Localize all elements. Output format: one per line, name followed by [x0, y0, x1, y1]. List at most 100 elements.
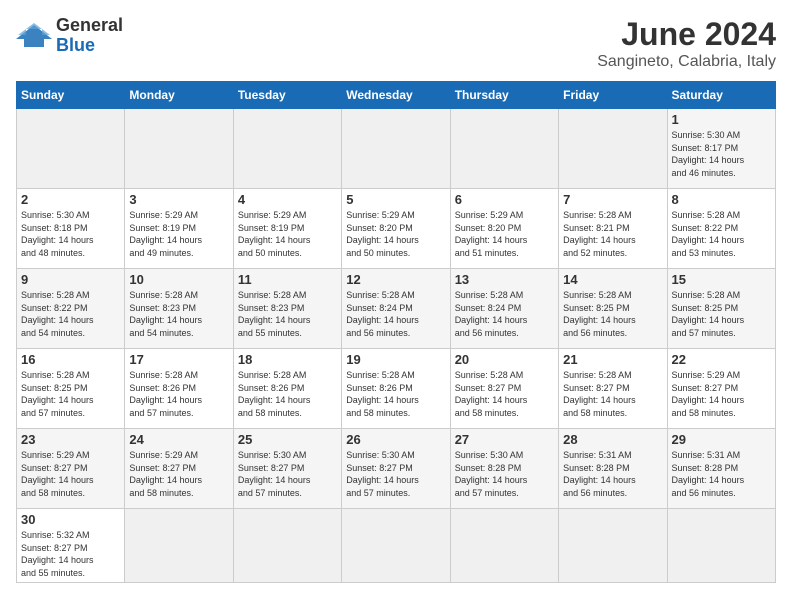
weekday-header-thursday: Thursday [450, 82, 558, 109]
day-number: 6 [455, 192, 554, 207]
day-info: Sunrise: 5:28 AM Sunset: 8:25 PM Dayligh… [563, 289, 662, 339]
day-info: Sunrise: 5:28 AM Sunset: 8:22 PM Dayligh… [672, 209, 771, 259]
calendar-title: June 2024 [597, 16, 776, 53]
calendar-cell [450, 509, 558, 583]
calendar-cell: 11 Sunrise: 5:28 AM Sunset: 8:23 PM Dayli… [233, 269, 341, 349]
day-number: 28 [563, 432, 662, 447]
calendar-cell: 27 Sunrise: 5:30 AM Sunset: 8:28 PM Dayli… [450, 429, 558, 509]
day-info: Sunrise: 5:28 AM Sunset: 8:24 PM Dayligh… [455, 289, 554, 339]
calendar-cell: 25Sunrise: 5:30 AM Sunset: 8:27 PM Dayli… [233, 429, 341, 509]
calendar-cell: 1Sunrise: 5:30 AM Sunset: 8:17 PM Daylig… [667, 109, 775, 189]
logo-icon [16, 21, 52, 51]
calendar-cell [667, 509, 775, 583]
day-info: Sunrise: 5:29 AM Sunset: 8:20 PM Dayligh… [346, 209, 445, 259]
calendar-cell: 20 Sunrise: 5:28 AM Sunset: 8:27 PM Dayli… [450, 349, 558, 429]
calendar-cell: 17 Sunrise: 5:28 AM Sunset: 8:26 PM Dayli… [125, 349, 233, 429]
logo-text: GeneralBlue [56, 16, 123, 56]
day-info: Sunrise: 5:30 AM Sunset: 8:27 PM Dayligh… [238, 449, 337, 499]
calendar-cell [125, 109, 233, 189]
header: GeneralBlue June 2024 Sangineto, Calabri… [16, 16, 776, 71]
calendar-cell: 7 Sunrise: 5:28 AM Sunset: 8:21 PM Daylig… [559, 189, 667, 269]
day-info: Sunrise: 5:30 AM Sunset: 8:28 PM Dayligh… [455, 449, 554, 499]
day-info: Sunrise: 5:28 AM Sunset: 8:26 PM Dayligh… [346, 369, 445, 419]
calendar-week-2: 2 Sunrise: 5:30 AM Sunset: 8:18 PM Daylig… [17, 189, 776, 269]
day-info: Sunrise: 5:29 AM Sunset: 8:19 PM Dayligh… [129, 209, 228, 259]
day-number: 7 [563, 192, 662, 207]
day-number: 9 [21, 272, 120, 287]
calendar-cell: 12 Sunrise: 5:28 AM Sunset: 8:24 PM Dayli… [342, 269, 450, 349]
day-number: 15 [672, 272, 771, 287]
calendar-cell: 28Sunrise: 5:31 AM Sunset: 8:28 PM Dayli… [559, 429, 667, 509]
calendar-cell [559, 509, 667, 583]
day-info: Sunrise: 5:28 AM Sunset: 8:23 PM Dayligh… [129, 289, 228, 339]
day-number: 26 [346, 432, 445, 447]
day-number: 21 [563, 352, 662, 367]
day-info: Sunrise: 5:30 AM Sunset: 8:27 PM Dayligh… [346, 449, 445, 499]
calendar-cell: 9 Sunrise: 5:28 AM Sunset: 8:22 PM Daylig… [17, 269, 125, 349]
calendar-cell: 21 Sunrise: 5:28 AM Sunset: 8:27 PM Dayli… [559, 349, 667, 429]
weekday-header-tuesday: Tuesday [233, 82, 341, 109]
day-info: Sunrise: 5:30 AM Sunset: 8:18 PM Dayligh… [21, 209, 120, 259]
calendar-week-3: 9 Sunrise: 5:28 AM Sunset: 8:22 PM Daylig… [17, 269, 776, 349]
day-info: Sunrise: 5:28 AM Sunset: 8:27 PM Dayligh… [563, 369, 662, 419]
calendar-cell: 24 Sunrise: 5:29 AM Sunset: 8:27 PM Dayli… [125, 429, 233, 509]
day-info: Sunrise: 5:28 AM Sunset: 8:24 PM Dayligh… [346, 289, 445, 339]
day-number: 10 [129, 272, 228, 287]
calendar-cell: 18 Sunrise: 5:28 AM Sunset: 8:26 PM Dayli… [233, 349, 341, 429]
day-number: 1 [672, 112, 771, 127]
day-info: Sunrise: 5:28 AM Sunset: 8:21 PM Dayligh… [563, 209, 662, 259]
day-info: Sunrise: 5:29 AM Sunset: 8:27 PM Dayligh… [129, 449, 228, 499]
calendar-subtitle: Sangineto, Calabria, Italy [597, 53, 776, 71]
day-info: Sunrise: 5:28 AM Sunset: 8:25 PM Dayligh… [672, 289, 771, 339]
day-number: 27 [455, 432, 554, 447]
weekday-header-friday: Friday [559, 82, 667, 109]
calendar-week-4: 16 Sunrise: 5:28 AM Sunset: 8:25 PM Dayli… [17, 349, 776, 429]
calendar-cell: 5 Sunrise: 5:29 AM Sunset: 8:20 PM Daylig… [342, 189, 450, 269]
calendar-cell [342, 509, 450, 583]
day-number: 11 [238, 272, 337, 287]
day-number: 19 [346, 352, 445, 367]
weekday-header-saturday: Saturday [667, 82, 775, 109]
calendar-cell: 29 Sunrise: 5:31 AM Sunset: 8:28 PM Dayli… [667, 429, 775, 509]
day-info: Sunrise: 5:28 AM Sunset: 8:22 PM Dayligh… [21, 289, 120, 339]
logo: GeneralBlue [16, 16, 123, 56]
day-info: Sunrise: 5:28 AM Sunset: 8:23 PM Dayligh… [238, 289, 337, 339]
calendar-cell [17, 109, 125, 189]
calendar-cell: 14 Sunrise: 5:28 AM Sunset: 8:25 PM Dayli… [559, 269, 667, 349]
calendar-cell: 4Sunrise: 5:29 AM Sunset: 8:19 PM Daylig… [233, 189, 341, 269]
day-number: 29 [672, 432, 771, 447]
day-info: Sunrise: 5:31 AM Sunset: 8:28 PM Dayligh… [672, 449, 771, 499]
day-number: 2 [21, 192, 120, 207]
calendar-cell: 22 Sunrise: 5:29 AM Sunset: 8:27 PM Dayli… [667, 349, 775, 429]
day-number: 24 [129, 432, 228, 447]
day-number: 5 [346, 192, 445, 207]
day-info: Sunrise: 5:29 AM Sunset: 8:27 PM Dayligh… [672, 369, 771, 419]
day-info: Sunrise: 5:28 AM Sunset: 8:26 PM Dayligh… [129, 369, 228, 419]
calendar-cell [125, 509, 233, 583]
day-info: Sunrise: 5:28 AM Sunset: 8:26 PM Dayligh… [238, 369, 337, 419]
day-number: 20 [455, 352, 554, 367]
day-number: 17 [129, 352, 228, 367]
day-info: Sunrise: 5:28 AM Sunset: 8:27 PM Dayligh… [455, 369, 554, 419]
day-info: Sunrise: 5:29 AM Sunset: 8:19 PM Dayligh… [238, 209, 337, 259]
weekday-header-sunday: Sunday [17, 82, 125, 109]
calendar-cell: 26 Sunrise: 5:30 AM Sunset: 8:27 PM Dayli… [342, 429, 450, 509]
day-number: 16 [21, 352, 120, 367]
calendar-cell [233, 509, 341, 583]
day-number: 12 [346, 272, 445, 287]
day-number: 30 [21, 512, 120, 527]
day-number: 14 [563, 272, 662, 287]
day-number: 22 [672, 352, 771, 367]
day-info: Sunrise: 5:29 AM Sunset: 8:27 PM Dayligh… [21, 449, 120, 499]
day-number: 18 [238, 352, 337, 367]
weekday-header-wednesday: Wednesday [342, 82, 450, 109]
calendar-cell: 3 Sunrise: 5:29 AM Sunset: 8:19 PM Daylig… [125, 189, 233, 269]
calendar-cell: 2 Sunrise: 5:30 AM Sunset: 8:18 PM Daylig… [17, 189, 125, 269]
day-number: 3 [129, 192, 228, 207]
day-info: Sunrise: 5:28 AM Sunset: 8:25 PM Dayligh… [21, 369, 120, 419]
calendar-cell: 8Sunrise: 5:28 AM Sunset: 8:22 PM Daylig… [667, 189, 775, 269]
calendar-cell [559, 109, 667, 189]
calendar-cell: 15 Sunrise: 5:28 AM Sunset: 8:25 PM Dayli… [667, 269, 775, 349]
calendar-cell: 6Sunrise: 5:29 AM Sunset: 8:20 PM Daylig… [450, 189, 558, 269]
calendar-cell: 19 Sunrise: 5:28 AM Sunset: 8:26 PM Dayli… [342, 349, 450, 429]
